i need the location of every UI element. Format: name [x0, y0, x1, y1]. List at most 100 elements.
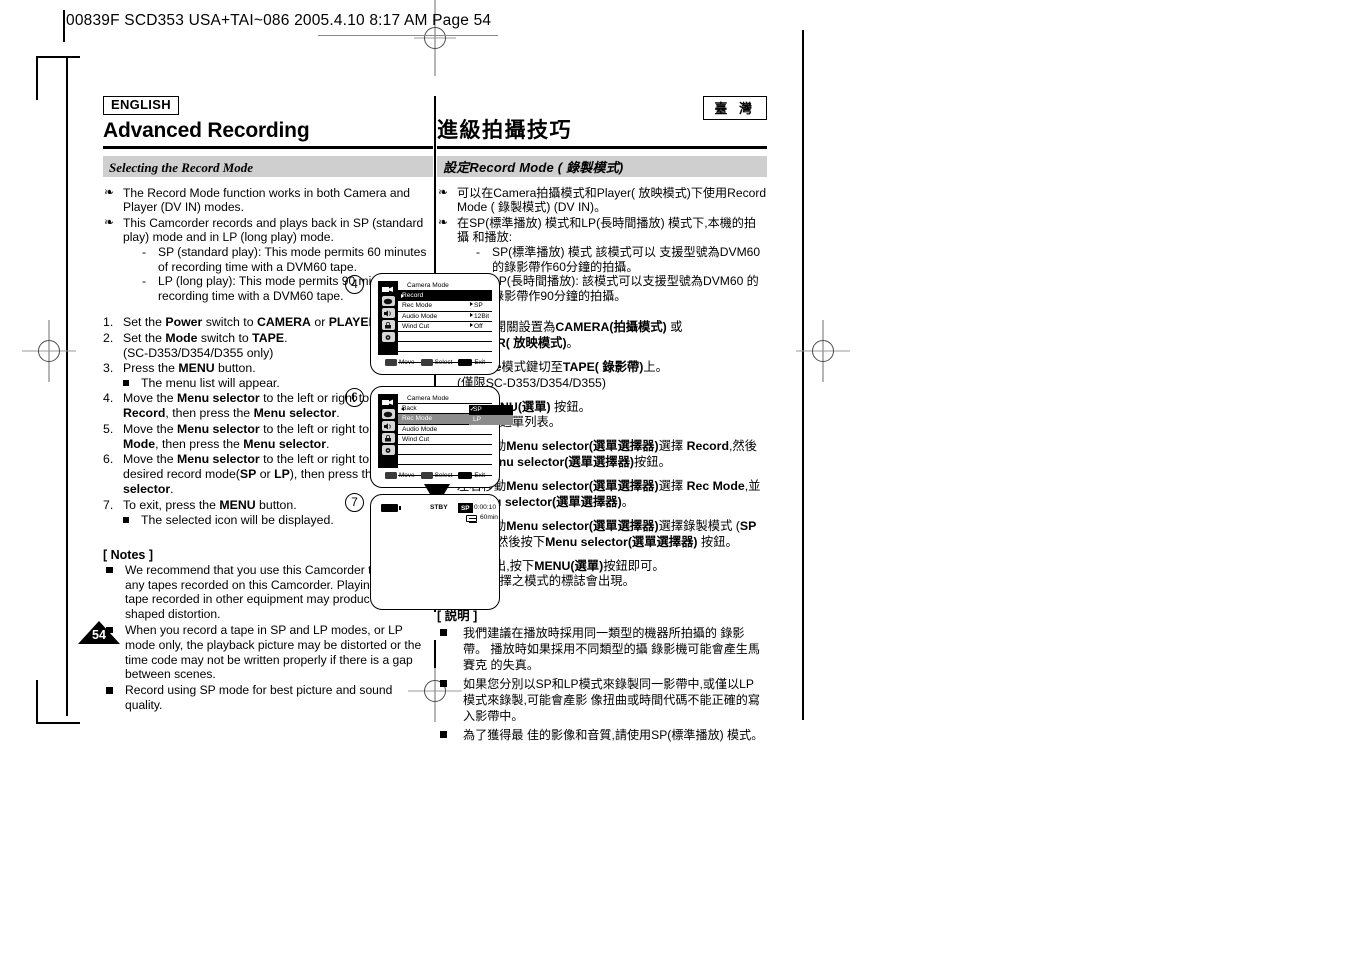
menu-row-value: 12Bit	[470, 312, 489, 322]
bullet-text: This Camcorder records and plays back in…	[123, 215, 424, 245]
page-root: 00839F SCD353 USA+TAI~086 2005.4.10 8:17…	[0, 0, 1348, 954]
clover-bullet-icon: ❧	[438, 184, 449, 199]
lock-icon	[381, 320, 395, 330]
sub-bullet-text: SP(標準播放) 模式 該模式可以 支援型號為DVM60的錄影帶作60分鐘的拍攝…	[492, 244, 761, 274]
submenu-option-label: LP	[473, 415, 482, 423]
square-bullet-icon	[440, 731, 447, 738]
menu-row-label: Audio Mode	[402, 312, 438, 320]
audio-icon	[381, 421, 395, 431]
menu-button-icon	[458, 359, 473, 366]
registration-tick-bottom	[434, 640, 436, 668]
step-text: Press the MENU button.	[123, 360, 256, 375]
step-number: 2.	[103, 330, 114, 345]
square-bullet-icon	[106, 687, 113, 694]
footer-move-1: Move	[384, 359, 415, 366]
lock-icon	[381, 433, 395, 443]
tape-icon	[466, 515, 477, 523]
notes-list-chinese: 我們建議在播放時採用同一類型的機器所拍攝的 錄影帶。 播放時如果採用不同類型的攝…	[437, 625, 767, 743]
menu-row-empty	[398, 332, 492, 343]
sub-bullet-item: - SP (standard play): This mode permits 6…	[141, 245, 433, 274]
bullet-item: ❧ 可以在Camera拍攝模式和Player( 放映模式)下使用Record Mo…	[437, 184, 767, 215]
note-text: When you record a tape in SP and LP mode…	[125, 622, 422, 682]
submenu-option-sp[interactable]: ✓ SP	[469, 405, 513, 415]
menu-row-label: Audio Mode	[402, 425, 438, 433]
battery-icon	[381, 504, 401, 512]
dash-bullet-icon: -	[142, 274, 147, 289]
footer-exit-label-2: Exit	[474, 472, 486, 479]
registration-mark-left	[22, 320, 76, 382]
lcd-footer-1: Move Select Exit	[378, 359, 492, 366]
step-number: 4.	[103, 391, 114, 406]
audio-icon	[381, 308, 395, 318]
timecode-display: 0:00:10	[474, 504, 496, 511]
clover-bullet-icon: ❧	[104, 184, 115, 199]
menu-row-label: Back	[402, 405, 417, 413]
camcorder-icon	[381, 284, 395, 294]
step-number: 7.	[103, 497, 114, 512]
bullet-item: ❧ The Record Mode function works in both …	[103, 184, 433, 215]
dash-bullet-icon: -	[476, 244, 481, 259]
note-item: 如果您分別以SP和LP模式來錄製同一影帶中,或僅以LP 模式來錄製,可能會產影 …	[437, 676, 767, 724]
footer-select-label-2: Select	[434, 472, 453, 479]
crop-mark-bottom-left	[36, 680, 38, 724]
lcd-figure-record-screen: STBY SP 0:00:10 60min	[370, 494, 500, 610]
menu-row-audio-mode[interactable]: Audio Mode	[398, 425, 492, 435]
page-number-text: 54	[92, 628, 106, 642]
footer-exit-1: Exit	[458, 359, 485, 366]
footer-select-label-1: Select	[434, 359, 453, 366]
menu-row-record[interactable]: Record	[398, 291, 492, 302]
language-badge-row-chinese: 臺 灣	[437, 96, 767, 120]
menu-grid-1: Camera Mode Record Rec Mode SP Audio Mode 12B…	[378, 281, 492, 363]
back-arrow-icon	[400, 406, 404, 411]
title-rule-english	[103, 146, 433, 149]
figure-step-number-7: 7	[345, 493, 364, 512]
settings-icon	[381, 445, 395, 455]
menu-row-rec-mode[interactable]: Rec Mode SP	[398, 301, 492, 312]
menu-icon-rail-1	[378, 281, 398, 355]
camcorder-icon	[381, 397, 395, 407]
note-text: 我們建議在播放時採用同一類型的機器所拍攝的 錄影帶。 播放時如果採用不同類型的攝…	[463, 626, 760, 673]
press-icon	[420, 359, 433, 366]
language-badge-english: ENGLISH	[103, 96, 179, 115]
menu-row-empty	[398, 342, 492, 353]
note-item: Record using SP mode for best picture an…	[103, 683, 433, 713]
sub-bullet-item: - SP(標準播放) 模式 該模式可以 支援型號為DVM60的錄影帶作60分鐘的拍…	[475, 245, 767, 274]
lcd-figure-menu-recmode: Camera Mode Back Rec Mode Audio Mode Wind C…	[370, 386, 513, 488]
note-text: 如果您分別以SP和LP模式來錄製同一影帶中,或僅以LP 模式來錄製,可能會產影 …	[463, 677, 760, 724]
sheet-header-text: 00839F SCD353 USA+TAI~086 2005.4.10 8:17…	[66, 12, 492, 29]
dash-bullet-icon: -	[142, 244, 147, 259]
menu-header: Camera Mode	[398, 394, 492, 405]
step-text: Set the Power switch to CAMERA or PLAYER…	[123, 315, 381, 330]
footer-exit-label-1: Exit	[474, 359, 486, 366]
crop-mark-top-left	[36, 56, 38, 100]
step-text: 左右移動Menu selector(選單選擇器)選擇 Record,然後按下Me…	[457, 439, 757, 470]
page-edge-left	[66, 56, 68, 716]
step-text: 左右移動Menu selector(選單選擇器)選擇 Rec Mode,並按Me…	[457, 479, 761, 510]
value-arrow-icon	[470, 302, 473, 307]
crop-mark-bottom-left-h	[36, 722, 80, 724]
menu-rows-1: Camera Mode Record Rec Mode SP Audio Mode 12B…	[398, 281, 492, 363]
note-text: Record using SP mode for best picture an…	[125, 683, 393, 712]
menu-row-value: Off	[470, 322, 483, 332]
value-arrow-icon	[470, 312, 473, 317]
submenu-option-lp[interactable]: LP	[469, 414, 513, 426]
menu-row-label: Wind Cut	[402, 435, 430, 443]
menu-row-label: Record	[402, 292, 424, 300]
footer-move-label-2: Move	[398, 472, 415, 479]
sub-bullet-list: - SP(標準播放) 模式 該模式可以 支援型號為DVM60的錄影帶作60分鐘的拍…	[457, 245, 767, 303]
square-bullet-icon	[440, 629, 447, 636]
clover-bullet-icon: ❧	[104, 214, 115, 229]
page-title-chinese: 進級拍攝技巧	[437, 119, 572, 142]
menu-row-wind-cut[interactable]: Wind Cut Off	[398, 322, 492, 332]
registration-mark-right	[796, 320, 850, 382]
settings-icon	[381, 332, 395, 342]
step-text: 左右移動Menu selector(選單選擇器)選擇錄製模式 (SP 或LP),…	[457, 519, 757, 550]
clover-bullet-icon: ❧	[438, 214, 449, 229]
step-note: 所選擇之模式的標誌會出現。	[457, 574, 767, 589]
menu-row-wind-cut[interactable]: Wind Cut	[398, 435, 492, 445]
note-item: 為了獲得最 佳的影像和音質,請使用SP(標準播放) 模式。	[437, 727, 767, 743]
menu-row-audio-mode[interactable]: Audio Mode 12Bit	[398, 312, 492, 322]
joystick-icon	[384, 359, 397, 366]
step-number: 1.	[103, 315, 114, 330]
menu-grid-2: Camera Mode Back Rec Mode Audio Mode Wind C…	[378, 394, 513, 476]
